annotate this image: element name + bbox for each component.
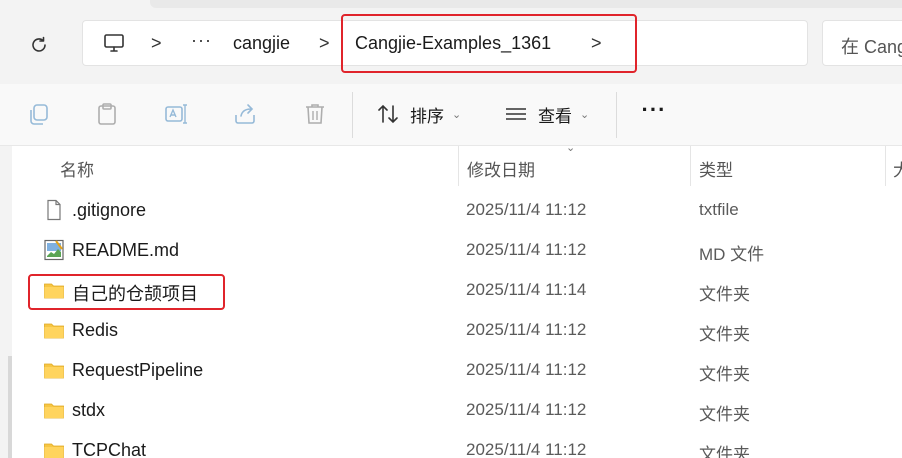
column-header-name[interactable]: 名称 — [60, 156, 94, 181]
refresh-button[interactable] — [22, 28, 56, 62]
file-type: txtfile — [699, 200, 739, 219]
more-options-button[interactable]: ··· — [636, 98, 672, 130]
folder-icon — [43, 439, 65, 458]
rename-icon[interactable] — [163, 101, 189, 127]
breadcrumb-overflow[interactable]: ··· — [191, 30, 212, 51]
sort-indicator-icon: ⌄ — [566, 142, 576, 154]
file-icon — [43, 199, 65, 221]
address-bar-row: > ··· cangjie > Cangjie-Examples_1361 > … — [0, 0, 902, 84]
highlight-annotation-folder — [28, 274, 225, 310]
file-name[interactable]: TCPChat — [72, 440, 146, 458]
refresh-icon — [32, 36, 46, 52]
chevron-down-icon: ⌄ — [452, 108, 462, 121]
file-type: 文件夹 — [699, 285, 750, 304]
file-row[interactable]: README.md 2025/11/4 11:12 MD 文件 — [12, 230, 902, 270]
toolbar-divider — [352, 92, 353, 138]
share-icon[interactable] — [232, 101, 258, 127]
file-row[interactable]: TCPChat 2025/11/4 11:12 文件夹 — [12, 430, 902, 458]
breadcrumb-separator[interactable]: > — [319, 33, 330, 54]
command-bar: 排序 ⌄ 查看 ⌄ ··· — [0, 84, 902, 146]
folder-icon — [43, 399, 65, 421]
column-divider[interactable] — [458, 146, 459, 186]
search-box[interactable]: 在 Cang — [822, 20, 902, 66]
highlight-annotation-address — [341, 14, 637, 73]
file-type: 文件夹 — [699, 445, 750, 458]
this-pc-icon[interactable] — [103, 32, 125, 54]
tab-strip-edge — [150, 0, 902, 8]
file-modified-date: 2025/11/4 11:12 — [466, 320, 587, 339]
breadcrumb-cangjie[interactable]: cangjie — [233, 33, 290, 54]
markdown-file-icon — [43, 239, 65, 261]
file-modified-date: 2025/11/4 11:12 — [466, 440, 587, 458]
column-header-modified[interactable]: 修改日期 — [467, 156, 535, 181]
column-divider[interactable] — [885, 146, 886, 186]
file-name[interactable]: README.md — [72, 240, 179, 261]
sort-button[interactable]: 排序 ⌄ — [376, 98, 461, 130]
folder-icon — [43, 359, 65, 381]
chevron-down-icon: ⌄ — [580, 108, 590, 121]
file-type: 文件夹 — [699, 405, 750, 424]
column-divider[interactable] — [690, 146, 691, 186]
file-row[interactable]: RequestPipeline 2025/11/4 11:12 文件夹 — [12, 350, 902, 390]
file-type: 文件夹 — [699, 325, 750, 344]
navigation-pane-edge — [0, 146, 12, 458]
folder-icon — [43, 319, 65, 341]
sort-label: 排序 — [410, 106, 444, 126]
column-header-size[interactable]: 大 — [893, 156, 902, 181]
file-name[interactable]: stdx — [72, 400, 105, 421]
file-row[interactable]: Redis 2025/11/4 11:12 文件夹 — [12, 310, 902, 350]
copy-icon[interactable] — [26, 101, 52, 127]
view-button[interactable]: 查看 ⌄ — [504, 98, 589, 130]
breadcrumb-separator[interactable]: > — [151, 33, 162, 54]
column-header-type[interactable]: 类型 — [699, 156, 733, 181]
file-name[interactable]: .gitignore — [72, 200, 146, 221]
view-label: 查看 — [538, 106, 572, 126]
file-name[interactable]: RequestPipeline — [72, 360, 203, 381]
file-type: 文件夹 — [699, 365, 750, 384]
toolbar-divider — [616, 92, 617, 138]
view-icon — [506, 108, 526, 120]
file-name[interactable]: Redis — [72, 320, 118, 341]
file-modified-date: 2025/11/4 11:12 — [466, 360, 587, 379]
file-modified-date: 2025/11/4 11:12 — [466, 200, 587, 219]
column-headers: 名称 修改日期 类型 大 — [12, 146, 902, 186]
file-modified-date: 2025/11/4 11:12 — [466, 400, 587, 419]
search-placeholder: 在 Cang — [841, 37, 902, 57]
paste-icon[interactable] — [94, 101, 120, 127]
file-row[interactable]: stdx 2025/11/4 11:12 文件夹 — [12, 390, 902, 430]
file-modified-date: 2025/11/4 11:12 — [466, 240, 587, 259]
file-row[interactable]: .gitignore 2025/11/4 11:12 txtfile — [12, 190, 902, 230]
file-modified-date: 2025/11/4 11:14 — [466, 280, 587, 299]
sort-icon — [378, 104, 398, 124]
delete-icon[interactable] — [302, 101, 328, 127]
file-type: MD 文件 — [699, 245, 765, 264]
